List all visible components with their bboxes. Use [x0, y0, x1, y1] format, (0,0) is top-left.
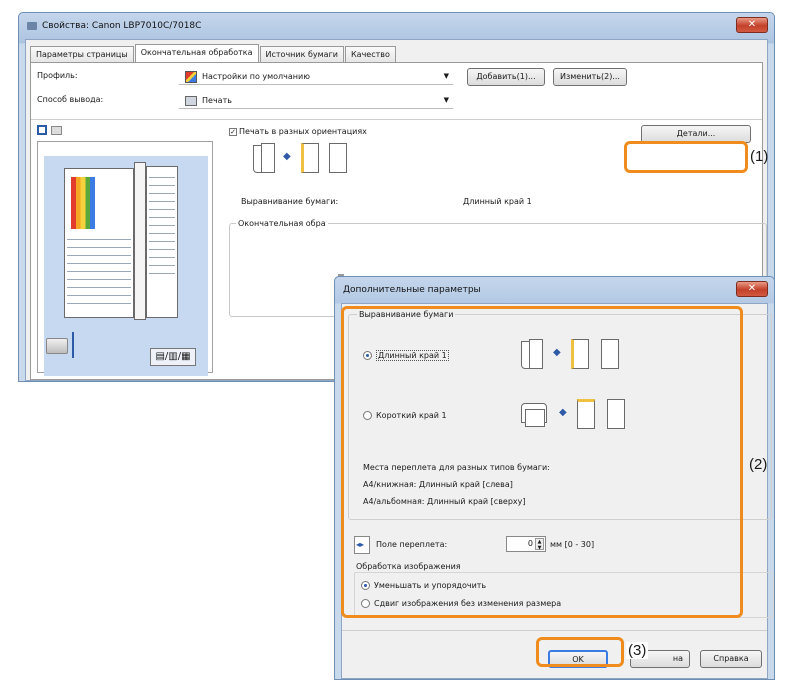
window-title: Свойства: Canon LBP7010C/7018C [42, 21, 202, 31]
single-page-icon[interactable] [37, 125, 47, 135]
output-method-select[interactable]: Печать ▼ [179, 93, 453, 109]
preview-image [71, 177, 95, 229]
close-button[interactable]: ✕ [736, 17, 768, 33]
profile-select[interactable]: Настройки по умолчанию ▼ [179, 69, 453, 85]
add-profile-button[interactable]: Добавить(1)... [467, 68, 545, 86]
paper-alignment-value: Длинный край 1 [463, 197, 532, 206]
printer-preview-icon[interactable] [50, 126, 62, 135]
highlight-details [624, 141, 748, 173]
chevron-down-icon: ▼ [443, 72, 449, 80]
highlight-ok [536, 637, 624, 667]
checkbox-checked-icon[interactable]: ✓ [229, 127, 237, 136]
paper-feed-indicator-icon [72, 332, 74, 358]
tab-finishing[interactable]: Окончательная обработка [134, 44, 259, 62]
layout-preview: ▤/▥/▦ [37, 141, 213, 376]
help-button[interactable]: Справка [700, 650, 762, 668]
edit-profile-button[interactable]: Изменить(2)... [553, 68, 627, 86]
tab-page-setup[interactable]: Параметры страницы [30, 46, 134, 62]
output-method-label: Способ вывода: [37, 95, 104, 104]
long-edge-page-icon [261, 143, 275, 173]
preview-orientation-buttons[interactable]: ▤/▥/▦ [150, 348, 196, 366]
dialog-titlebar: Дополнительные параметры [335, 277, 774, 303]
window-titlebar: Свойства: Canon LBP7010C/7018C [19, 13, 774, 39]
chevron-down-icon: ▼ [443, 96, 449, 104]
dialog-close-button[interactable]: ✕ [736, 281, 768, 297]
preview-spine [134, 162, 146, 320]
preview-page-back [146, 166, 178, 318]
divider [342, 630, 767, 631]
mixed-orientation-label: Печать в разных ориентациях [239, 127, 367, 136]
output-method-value: Печать [202, 96, 232, 105]
page-lines-icon [301, 143, 319, 173]
callout-1: (1) [750, 148, 769, 165]
mixed-orientation-checkbox[interactable]: ✓ Печать в разных ориентациях [229, 127, 367, 136]
finishing-group-label: Окончательная обра [236, 219, 328, 228]
tab-paper-source[interactable]: Источник бумаги [259, 46, 344, 62]
preview-mode-icons [37, 125, 62, 138]
divider [31, 119, 762, 120]
page-columns-icon [329, 143, 347, 173]
printer-icon [46, 338, 68, 354]
tab-strip: Параметры страницы Окончательная обработ… [30, 44, 397, 62]
callout-3: (3) [626, 642, 649, 659]
dialog-title: Дополнительные параметры [343, 285, 481, 295]
paper-alignment-label: Выравнивание бумаги: [241, 197, 339, 206]
profile-icon [185, 70, 197, 83]
tab-quality[interactable]: Качество [344, 46, 396, 62]
profile-value: Настройки по умолчанию [202, 72, 310, 81]
arrow-right-icon: ◆ [283, 151, 291, 162]
profile-label: Профиль: [37, 71, 78, 80]
orientation-illustration: ◆ [253, 143, 383, 183]
printer-icon [27, 22, 37, 30]
highlight-paper-settings [341, 306, 743, 618]
callout-2: (2) [749, 456, 768, 473]
preview-page-front [64, 168, 134, 318]
print-icon [185, 95, 197, 106]
